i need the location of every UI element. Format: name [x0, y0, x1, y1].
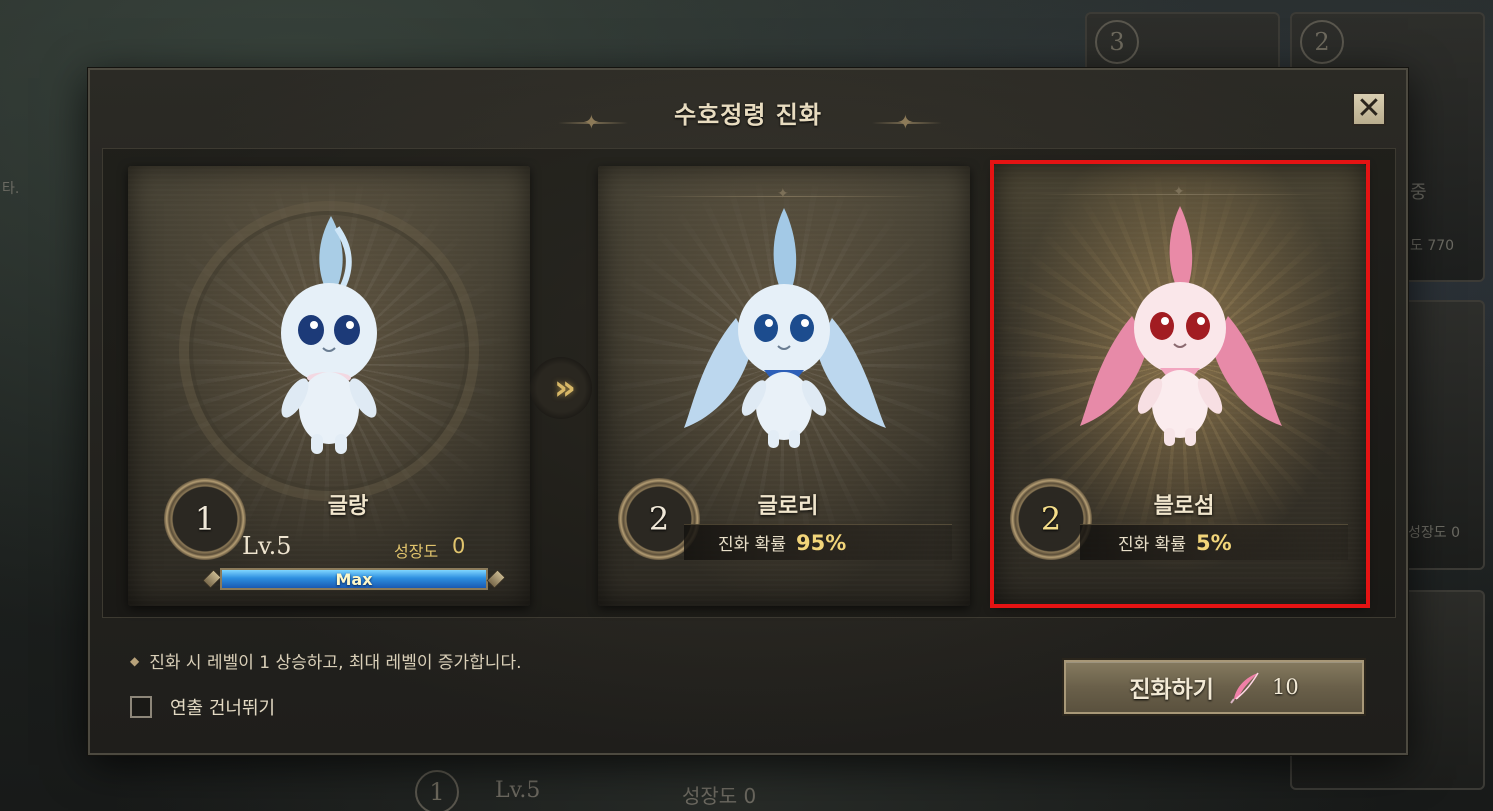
growth-label: 성장도 [394, 542, 439, 561]
evolution-hint-text: 진화 시 레벨이 1 상승하고, 최대 레벨이 증가합니다. [149, 653, 522, 673]
spirit-name: 글랑 [327, 494, 369, 519]
bg-right-label-3: 성장도 0 [1408, 525, 1460, 541]
exp-bar: Max [202, 564, 506, 594]
probability-label: 진화 확률 [718, 535, 786, 555]
bg-right-label-1: 중 [1410, 182, 1427, 203]
exp-bar-cap-left [202, 569, 222, 589]
evolution-modal: 수호정령 진화 ✦ ✦ ✕ 1 글랑 Lv.5 성장도 0 Max » 2 글로… [88, 68, 1408, 755]
skip-animation-option[interactable]: 연출 건너뛰기 [130, 694, 275, 720]
probability-label: 진화 확률 [1118, 535, 1186, 555]
bg-bottom-level: Lv.5 [495, 778, 541, 803]
grade-number: 1 [194, 500, 216, 538]
exp-bar-track: Max [220, 568, 488, 590]
result-card-blossom[interactable]: ✦ 2 블로섬 진화 확률 5% [994, 164, 1366, 604]
grade-emblem: 1 [164, 478, 246, 560]
probability-value: 5% [1195, 530, 1232, 555]
title-star-left-icon: ✦ [583, 110, 600, 134]
probability-bar: 진화 확률 5% [1080, 524, 1348, 560]
modal-header: 수호정령 진화 [90, 90, 1406, 134]
close-button[interactable]: ✕ [1352, 92, 1386, 126]
probability-bar: 진화 확률 95% [684, 524, 952, 560]
growth-value: 0 [452, 534, 466, 558]
result-card-glory[interactable]: ✦ 2 글로리 진화 확률 95% [598, 166, 970, 606]
bg-slot-number-2: 2 [1300, 20, 1344, 64]
spirit-name: 글로리 [757, 494, 819, 519]
feather-icon [1230, 672, 1259, 704]
probability-value: 95% [795, 530, 847, 555]
bg-bottom-growth: 성장도 0 [682, 784, 757, 808]
grade-number: 2 [648, 500, 670, 538]
current-spirit-card: 1 글랑 Lv.5 성장도 0 Max [128, 166, 530, 606]
spirit-blossom-image [1080, 206, 1282, 446]
bg-slot-number-1: 3 [1095, 20, 1139, 64]
title-star-right-icon: ✦ [897, 110, 914, 134]
evolve-button-label: 진화하기 [1129, 677, 1214, 703]
close-icon: ✕ [1356, 91, 1382, 126]
exp-bar-label: Max [335, 569, 373, 589]
bg-left-text: 타. [2, 181, 20, 197]
spirit-name: 블로섬 [1153, 494, 1215, 519]
spirit-glory-image [684, 208, 886, 448]
bg-right-label-2: 도 770 [1410, 238, 1455, 254]
spirit-level: Lv.5 [242, 532, 292, 560]
grade-number: 2 [1040, 500, 1062, 538]
skip-animation-checkbox[interactable] [130, 696, 152, 718]
bg-bottom-grade: 1 [415, 770, 459, 811]
evolution-hint: ◆ 진화 시 레벨이 1 상승하고, 최대 레벨이 증가합니다. [130, 648, 521, 673]
evolve-arrow-icon: » [530, 357, 592, 419]
evolve-cost: 10 [1271, 675, 1299, 699]
exp-bar-cap-right [486, 569, 506, 589]
evolve-button[interactable]: 진화하기 10 [1064, 660, 1364, 714]
modal-title: 수호정령 진화 [674, 100, 822, 129]
spirit-glang-image [281, 216, 377, 454]
diamond-bullet-icon: ◆ [130, 653, 140, 668]
skip-animation-label: 연출 건너뛰기 [170, 698, 276, 719]
